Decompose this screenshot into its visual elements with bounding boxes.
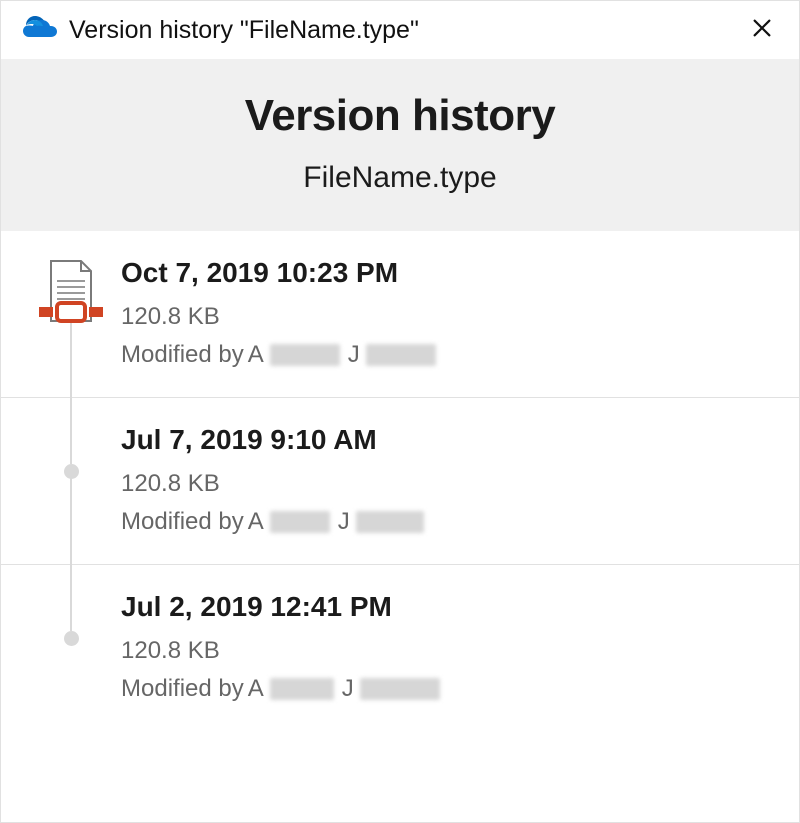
version-size: 120.8 KB (121, 470, 779, 498)
current-version-file-icon (37, 257, 105, 337)
timeline-dot-icon (64, 464, 79, 479)
modifier-last-initial: J (338, 508, 350, 536)
modified-by-prefix: Modified by (121, 341, 244, 369)
modified-by-prefix: Modified by (121, 508, 244, 536)
dialog-heading: Version history (21, 91, 779, 141)
modifier-first-initial: A (248, 675, 264, 703)
version-modified-by: Modified by A J (121, 675, 779, 703)
version-timestamp: Oct 7, 2019 10:23 PM (121, 257, 779, 289)
version-size: 120.8 KB (121, 303, 779, 331)
modified-by-prefix: Modified by (121, 675, 244, 703)
dialog-filename: FileName.type (21, 161, 779, 195)
close-button[interactable] (743, 11, 781, 49)
version-history-dialog: Version history "FileName.type" Version … (0, 0, 800, 823)
version-details: Jul 2, 2019 12:41 PM 120.8 KB Modified b… (121, 591, 779, 703)
version-modified-by: Modified by A J (121, 508, 779, 536)
close-icon (751, 17, 773, 44)
onedrive-cloud-icon (23, 16, 57, 45)
modifier-last-initial: J (348, 341, 360, 369)
redacted-text (366, 344, 436, 366)
version-list: Oct 7, 2019 10:23 PM 120.8 KB Modified b… (1, 231, 799, 731)
version-details: Jul 7, 2019 9:10 AM 120.8 KB Modified by… (121, 424, 779, 536)
version-row[interactable]: Jul 7, 2019 9:10 AM 120.8 KB Modified by… (1, 397, 799, 564)
redacted-text (360, 678, 440, 700)
version-timestamp: Jul 2, 2019 12:41 PM (121, 591, 779, 623)
header-block: Version history FileName.type (1, 59, 799, 231)
modifier-last-initial: J (342, 675, 354, 703)
redacted-text (270, 511, 330, 533)
version-size: 120.8 KB (121, 637, 779, 665)
titlebar: Version history "FileName.type" (1, 1, 799, 59)
modifier-first-initial: A (248, 341, 264, 369)
timeline-marker (21, 591, 121, 703)
modifier-first-initial: A (248, 508, 264, 536)
redacted-text (356, 511, 424, 533)
redacted-text (270, 344, 340, 366)
version-row[interactable]: Jul 2, 2019 12:41 PM 120.8 KB Modified b… (1, 564, 799, 731)
titlebar-text: Version history "FileName.type" (69, 16, 731, 45)
version-row[interactable]: Oct 7, 2019 10:23 PM 120.8 KB Modified b… (1, 231, 799, 397)
version-details: Oct 7, 2019 10:23 PM 120.8 KB Modified b… (121, 257, 779, 369)
redacted-text (270, 678, 334, 700)
timeline-marker (21, 424, 121, 536)
timeline-dot-icon (64, 631, 79, 646)
version-modified-by: Modified by A J (121, 341, 779, 369)
timeline-marker (21, 257, 121, 369)
version-timestamp: Jul 7, 2019 9:10 AM (121, 424, 779, 456)
